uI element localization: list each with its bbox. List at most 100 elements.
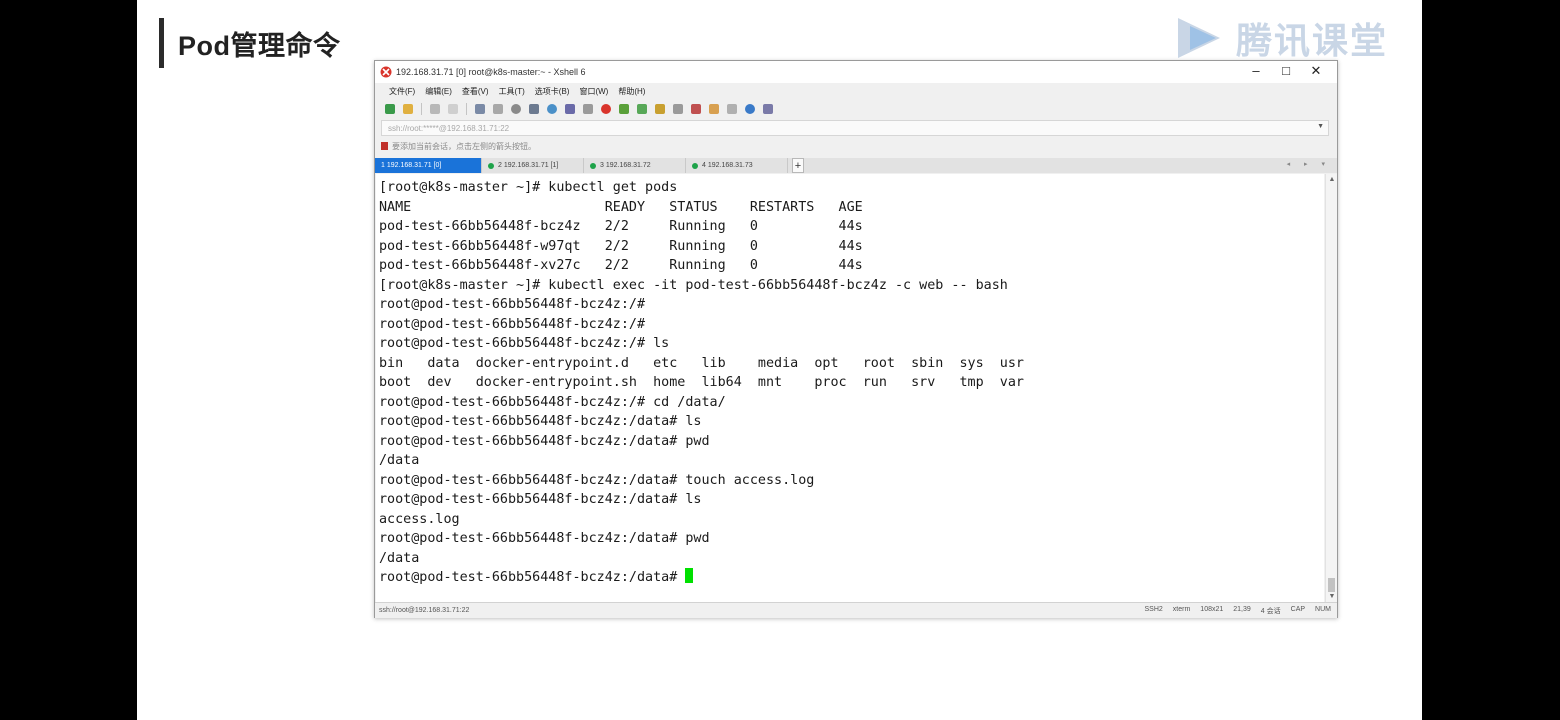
terminal-prompt-line[interactable]: root@pod-test-66bb56448f-bcz4z:/data# xyxy=(379,568,1324,588)
scroll-thumb[interactable] xyxy=(1328,578,1335,592)
terminal-line: root@pod-test-66bb56448f-bcz4z:/data# pw… xyxy=(379,531,710,546)
xshell-window: 192.168.31.71 [0] root@k8s-master:~ - Xs… xyxy=(374,60,1338,618)
transfer-icon[interactable] xyxy=(529,104,539,114)
window-title: 192.168.31.71 [0] root@k8s-master:~ - Xs… xyxy=(396,67,586,77)
connected-dot-icon xyxy=(692,162,698,169)
bookmark-icon[interactable] xyxy=(381,142,388,150)
tab-label: 2 192.168.31.71 [1] xyxy=(498,162,559,169)
terminal-prompt: root@pod-test-66bb56448f-bcz4z:/data# xyxy=(379,570,686,585)
tab-navigation-arrows[interactable]: ◂ ▸ ▾ xyxy=(1287,160,1331,168)
terminal-line: access.log xyxy=(379,511,460,527)
terminal-line: root@pod-test-66bb56448f-bcz4z:/data# ls xyxy=(379,492,702,507)
terminal-line: root@pod-test-66bb56448f-bcz4z:/# xyxy=(379,297,646,312)
connected-dot-icon xyxy=(488,162,494,169)
tab-session-3[interactable]: 3 192.168.31.72 xyxy=(584,158,686,173)
status-connection: ssh://root@192.168.31.71:22 xyxy=(379,607,470,614)
terminal-line: root@pod-test-66bb56448f-bcz4z:/data# ls xyxy=(379,414,702,429)
status-sessions: 4 会话 xyxy=(1260,608,1281,615)
open-folder-icon[interactable] xyxy=(403,104,413,114)
title-accent-bar xyxy=(159,18,164,68)
xmanager-icon[interactable] xyxy=(619,104,629,114)
slide: Pod管理命令 腾讯课堂 192.168.31.71 [0] root@k8s-… xyxy=(137,0,1422,720)
compose-icon[interactable] xyxy=(709,104,719,114)
color-scheme-icon[interactable] xyxy=(565,104,575,114)
menu-tab[interactable]: 选项卡(B) xyxy=(535,86,570,97)
terminal-line: root@pod-test-66bb56448f-bcz4z:/data# to… xyxy=(379,472,815,488)
hint-bar: 要添加当前会话，点击左侧的箭头按钮。 xyxy=(381,138,536,154)
terminal-line: [root@k8s-master ~]# kubectl exec -it po… xyxy=(379,277,1008,293)
tab-session-2[interactable]: 2 192.168.31.71 [1] xyxy=(482,158,584,173)
tab-label: 3 192.168.31.72 xyxy=(600,162,651,169)
disconnect-icon[interactable] xyxy=(448,104,458,114)
tab-label: 4 192.168.31.73 xyxy=(702,162,753,169)
reconnect-icon[interactable] xyxy=(430,104,440,114)
find-icon[interactable] xyxy=(511,104,521,114)
terminal-output[interactable]: [root@k8s-master ~]# kubectl get pods NA… xyxy=(376,174,1324,602)
terminal-line: /data xyxy=(379,453,420,468)
status-bar: ssh://root@192.168.31.71:22 SSH2 xterm 1… xyxy=(375,602,1337,618)
lock-icon[interactable] xyxy=(655,104,665,114)
layout-icon[interactable] xyxy=(727,104,737,114)
menu-edit[interactable]: 编辑(E) xyxy=(425,86,452,97)
globe-icon[interactable] xyxy=(547,104,557,114)
add-tab-button[interactable]: + xyxy=(792,158,804,173)
logo-text: 腾讯课堂 xyxy=(1236,20,1389,61)
status-protocol: SSH2 xyxy=(1144,606,1163,613)
terminal-line: boot dev docker-entrypoint.sh home lib64… xyxy=(379,375,1024,390)
status-num: NUM xyxy=(1315,606,1331,613)
script-icon[interactable] xyxy=(691,104,701,114)
status-caps: CAP xyxy=(1290,606,1306,613)
status-terminal-type: xterm xyxy=(1172,606,1191,613)
copy-icon[interactable] xyxy=(493,104,503,114)
address-bar[interactable]: ssh://root:*****@192.168.31.71:22 ▼ xyxy=(381,120,1329,136)
menu-bar: 文件(F) 编辑(E) 查看(V) 工具(T) 选项卡(B) 窗口(W) 帮助(… xyxy=(375,83,1337,99)
tab-session-1[interactable]: 1 192.168.31.71 [0] xyxy=(375,158,482,173)
toolbar-separator xyxy=(421,103,422,115)
menu-file[interactable]: 文件(F) xyxy=(389,86,415,97)
window-titlebar[interactable]: 192.168.31.71 [0] root@k8s-master:~ - Xs… xyxy=(375,61,1337,83)
tencent-classroom-logo: 腾讯课堂 xyxy=(1170,12,1388,64)
status-size: 108x21 xyxy=(1200,606,1224,613)
fullscreen-icon[interactable] xyxy=(637,104,647,114)
font-icon[interactable] xyxy=(583,104,593,114)
new-session-icon[interactable] xyxy=(385,104,395,114)
hint-text: 要添加当前会话，点击左侧的箭头按钮。 xyxy=(392,141,536,151)
status-details: SSH2 xterm 108x21 21,39 4 会话 CAP NUM xyxy=(1135,606,1332,616)
tips-icon[interactable] xyxy=(763,104,773,114)
menu-tools[interactable]: 工具(T) xyxy=(499,86,525,97)
toolbar-separator xyxy=(466,103,467,115)
terminal-line: pod-test-66bb56448f-w97qt 2/2 Running 0 … xyxy=(379,238,863,254)
help-icon[interactable] xyxy=(745,104,755,114)
connected-dot-icon xyxy=(590,162,596,169)
scroll-up-icon[interactable]: ▲ xyxy=(1326,176,1338,183)
tab-label: 1 192.168.31.71 [0] xyxy=(381,162,442,169)
properties-icon[interactable] xyxy=(475,104,485,114)
terminal-scrollbar[interactable]: ▲ ▼ xyxy=(1325,174,1337,602)
terminal-line: root@pod-test-66bb56448f-bcz4z:/data# pw… xyxy=(379,433,710,449)
scroll-down-icon[interactable]: ▼ xyxy=(1326,593,1338,600)
terminal-line: root@pod-test-66bb56448f-bcz4z:/# cd /da… xyxy=(379,394,726,410)
xftp-icon[interactable] xyxy=(601,104,611,114)
minimize-button[interactable]: – xyxy=(1241,63,1271,79)
terminal-line: [root@k8s-master ~]# kubectl get pods xyxy=(379,180,678,195)
terminal-line: root@pod-test-66bb56448f-bcz4z:/# xyxy=(379,316,646,332)
menu-view[interactable]: 查看(V) xyxy=(462,86,489,97)
keyboard-icon[interactable] xyxy=(673,104,683,114)
address-dropdown-icon[interactable]: ▼ xyxy=(1317,123,1324,130)
terminal-cursor xyxy=(685,568,694,583)
terminal-line: bin data docker-entrypoint.d etc lib med… xyxy=(379,355,1024,371)
terminal-line: pod-test-66bb56448f-xv27c 2/2 Running 0 … xyxy=(379,258,863,273)
tab-session-4[interactable]: 4 192.168.31.73 xyxy=(686,158,788,173)
status-cursor-position: 21,39 xyxy=(1233,606,1251,613)
menu-window[interactable]: 窗口(W) xyxy=(579,86,608,97)
terminal-line: NAME READY STATUS RESTARTS AGE xyxy=(379,199,863,215)
session-tabs: 1 192.168.31.71 [0] 2 192.168.31.71 [1] … xyxy=(375,158,1337,173)
toolbar xyxy=(375,99,1337,119)
xshell-app-icon xyxy=(380,66,392,78)
terminal-line: pod-test-66bb56448f-bcz4z 2/2 Running 0 … xyxy=(379,219,863,234)
play-logo-icon xyxy=(1178,18,1220,58)
close-button[interactable]: ✕ xyxy=(1301,63,1331,79)
menu-help[interactable]: 帮助(H) xyxy=(618,86,645,97)
slide-title: Pod管理命令 xyxy=(178,31,341,61)
maximize-button[interactable]: □ xyxy=(1271,63,1301,79)
